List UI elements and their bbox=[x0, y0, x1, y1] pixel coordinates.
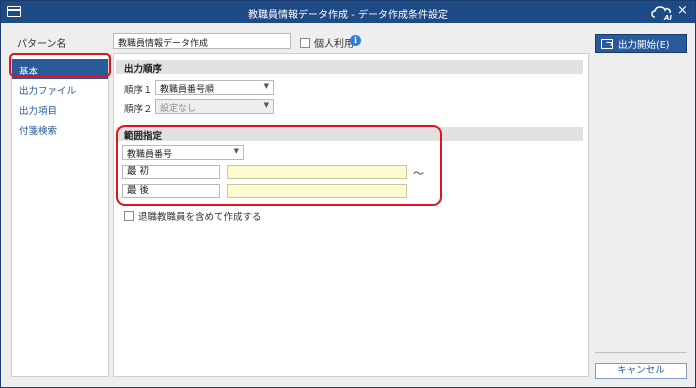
cancel-button[interactable]: キャンセル bbox=[595, 363, 687, 379]
order1-select[interactable]: 教職員番号順 ▼ bbox=[155, 80, 274, 95]
sidebar-item-output-fields[interactable]: 出力項目 bbox=[12, 98, 108, 118]
info-icon[interactable]: i bbox=[350, 35, 361, 46]
order2-label: 順序２ bbox=[124, 104, 153, 115]
start-output-button[interactable]: 出力開始(E) bbox=[595, 34, 687, 53]
title-bar: 教職員情報データ作成 - データ作成条件設定 AI × bbox=[1, 1, 695, 23]
include-retired-checkbox-box[interactable] bbox=[124, 211, 134, 221]
export-icon bbox=[601, 38, 613, 49]
action-divider bbox=[595, 352, 687, 353]
pattern-name-input[interactable]: 教職員情報データ作成 bbox=[113, 33, 291, 49]
order2-value: 設定なし bbox=[160, 104, 197, 114]
chevron-down-icon: ▼ bbox=[263, 101, 269, 109]
sidebar-item-sticky-search[interactable]: 付箋検索 bbox=[12, 118, 108, 138]
include-retired-label: 退職教職員を含めて作成する bbox=[138, 212, 262, 223]
dialog-window: 教職員情報データ作成 - データ作成条件設定 AI × パターン名 教職員情報デ… bbox=[0, 0, 696, 388]
include-retired-checkbox[interactable]: 退職教職員を含めて作成する bbox=[124, 209, 262, 223]
start-output-label: 出力開始(E) bbox=[618, 39, 670, 51]
cloud-ai-logo-icon: AI bbox=[651, 6, 672, 21]
chevron-down-icon: ▼ bbox=[263, 82, 269, 90]
order1-label: 順序１ bbox=[124, 85, 153, 96]
output-order-header: 出力順序 bbox=[116, 60, 583, 75]
range-highlight-annotation bbox=[116, 125, 442, 206]
personal-use-label: 個人利用 bbox=[314, 39, 354, 50]
close-icon[interactable]: × bbox=[677, 4, 688, 18]
personal-use-checkbox[interactable]: 個人利用 bbox=[300, 35, 354, 50]
pattern-name-label: パターン名 bbox=[17, 39, 67, 50]
sidebar-highlight-annotation bbox=[9, 53, 111, 77]
svg-text:AI: AI bbox=[663, 14, 672, 21]
order1-value: 教職員番号順 bbox=[160, 85, 215, 95]
sidebar-item-output-file[interactable]: 出力ファイル bbox=[12, 78, 108, 98]
order2-select: 設定なし ▼ bbox=[155, 99, 274, 114]
personal-use-checkbox-box[interactable] bbox=[300, 37, 310, 48]
sidebar: 基本 出力ファイル 出力項目 付箋検索 bbox=[11, 53, 109, 377]
window-title: 教職員情報データ作成 - データ作成条件設定 bbox=[248, 10, 448, 21]
